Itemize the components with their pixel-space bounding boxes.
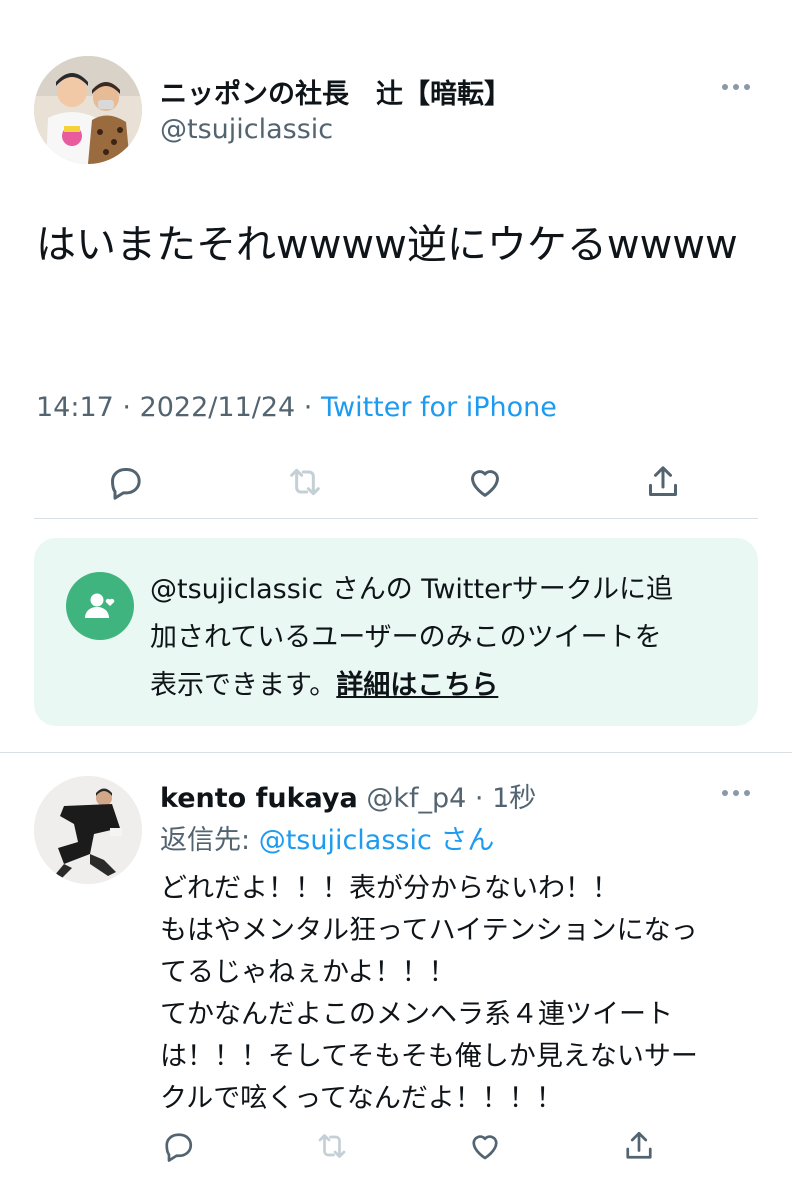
retweet-icon[interactable]: [283, 460, 327, 504]
share-icon[interactable]: [617, 1124, 661, 1168]
learn-more-link[interactable]: 詳細はこちら: [336, 670, 498, 701]
meta-separator: ·: [122, 392, 140, 423]
reply-header: kento fukaya @kf_p4 · 1秒: [160, 776, 536, 815]
reply-icon[interactable]: [103, 460, 147, 504]
tweet-source[interactable]: Twitter for iPhone: [321, 392, 557, 423]
tweet-actions: [0, 460, 792, 504]
tweet-meta: 14:17 · 2022/11/24 · Twitter for iPhone: [36, 392, 557, 423]
reply-author-handle[interactable]: @kf_p4: [366, 783, 466, 814]
divider: [0, 752, 792, 753]
circle-notice-text-end: 表示できます。: [150, 670, 337, 701]
like-icon[interactable]: [463, 460, 507, 504]
author-display-name[interactable]: ニッポンの社長 辻【暗転】: [160, 72, 511, 111]
meta-separator: ·: [466, 783, 493, 814]
meta-separator: ·: [303, 392, 321, 423]
reply-text-line: てかなんだよこのメンヘラ系４連ツイート: [160, 999, 673, 1030]
share-icon[interactable]: [641, 460, 685, 504]
reply-text-line: は！！！そしてそもそも俺しか見えないサー: [160, 1041, 698, 1072]
reply-more-options-icon[interactable]: [722, 790, 750, 796]
tweet-date[interactable]: 2022/11/24: [140, 392, 296, 423]
reply-time[interactable]: 1秒: [492, 783, 536, 814]
mention-suffix: さん: [440, 825, 495, 856]
mention-handle: @tsujiclassic: [258, 825, 432, 856]
author-handle[interactable]: @tsujiclassic: [160, 114, 333, 145]
replying-to-mention[interactable]: @tsujiclassic さん: [259, 825, 495, 856]
reply-icon[interactable]: [156, 1124, 200, 1168]
circle-notice-line: 加されているユーザーのみこのツイートを: [150, 622, 662, 653]
tweet-time[interactable]: 14:17: [36, 392, 114, 423]
circle-people-icon: [66, 572, 134, 640]
circle-notice-line: @tsujiclassic さんの Twitterサークルに追: [150, 574, 673, 605]
reply-text-line: てるじゃねぇかよ！！！: [160, 957, 456, 988]
retweet-icon[interactable]: [310, 1124, 354, 1168]
reply-actions: [0, 1124, 792, 1168]
circle-notice-text: @tsujiclassic さんの Twitterサークルに追 加されているユー…: [150, 566, 730, 710]
like-icon[interactable]: [463, 1124, 507, 1168]
replying-to-label: 返信先:: [160, 825, 259, 856]
author-avatar[interactable]: [34, 56, 142, 164]
reply-text-line: もはやメンタル狂ってハイテンションになっ: [160, 915, 698, 946]
reply-author-avatar[interactable]: [34, 776, 142, 884]
divider: [34, 518, 758, 519]
more-options-icon[interactable]: [722, 84, 750, 90]
replying-to: 返信先: @tsujiclassic さん: [160, 818, 494, 857]
reply-text-line: クルで呟くってなんだよ！！！！: [160, 1083, 563, 1114]
reply-author-name[interactable]: kento fukaya: [160, 783, 358, 814]
tweet-text: はいまたそれwwww逆にウケるwwww: [36, 222, 738, 268]
reply-text: どれだよ！！！表が分からないわ！！ もはやメンタル狂ってハイテンションになっ て…: [160, 868, 760, 1120]
reply-text-line: どれだよ！！！表が分からないわ！！: [160, 873, 619, 904]
circle-notice-line: 表示できます。詳細はこちら: [150, 662, 730, 710]
